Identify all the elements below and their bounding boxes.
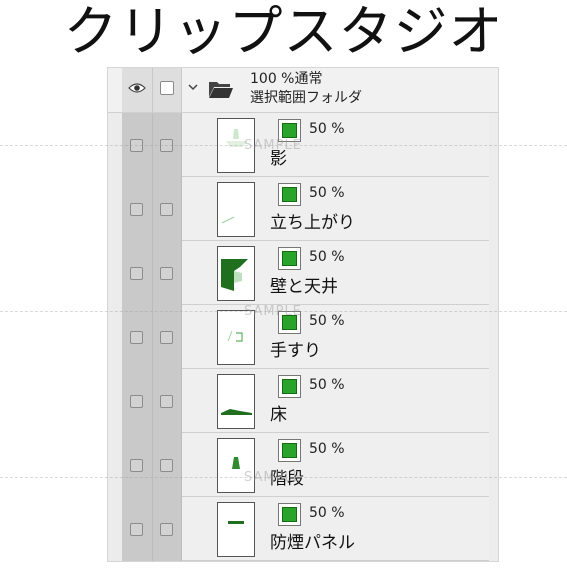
checkbox-icon[interactable] xyxy=(160,267,173,280)
layer-name: 防煙パネル xyxy=(270,533,355,553)
layer-thumbnail xyxy=(217,502,255,557)
checkbox-icon[interactable] xyxy=(160,81,174,95)
watermark-text: SAMPLE xyxy=(244,138,302,153)
layer-opacity: 50 % xyxy=(309,505,345,521)
layer-mask-icon xyxy=(278,375,301,398)
checkbox-icon[interactable] xyxy=(130,203,143,216)
page-title: クリップスタジオ xyxy=(63,0,504,63)
layer-opacity: 50 % xyxy=(309,249,345,265)
checkbox-icon[interactable] xyxy=(160,331,173,344)
layer-thumbnail xyxy=(217,246,255,301)
checkbox-icon[interactable] xyxy=(130,395,143,408)
checkbox-icon[interactable] xyxy=(130,267,143,280)
layer-opacity: 50 % xyxy=(309,121,345,137)
layer-thumbnail xyxy=(217,374,255,429)
layer-mask-icon xyxy=(278,503,301,526)
layer-row[interactable]: 50 % 立ち上がり xyxy=(108,177,498,241)
layer-row[interactable]: 50 % 防煙パネル xyxy=(108,497,498,561)
eye-icon[interactable] xyxy=(128,82,146,94)
checkbox-icon[interactable] xyxy=(130,459,143,472)
layer-opacity: 50 % xyxy=(309,377,345,393)
chevron-down-icon[interactable] xyxy=(186,80,200,94)
checkbox-icon[interactable] xyxy=(130,523,143,536)
layer-row[interactable]: 50 % 階段 xyxy=(108,433,498,497)
layer-name: 床 xyxy=(270,405,287,425)
folder-label: 100 %通常 選択範囲フォルダ xyxy=(250,70,362,108)
watermark-text: SAMPLE xyxy=(244,304,302,319)
layer-name: 手すり xyxy=(270,341,321,361)
folder-row[interactable]: 100 %通常 選択範囲フォルダ xyxy=(108,68,498,113)
layer-mask-icon xyxy=(278,247,301,270)
folder-name: 選択範囲フォルダ xyxy=(250,90,362,106)
checkbox-icon[interactable] xyxy=(160,523,173,536)
folder-open-icon xyxy=(209,82,233,98)
checkbox-icon[interactable] xyxy=(160,395,173,408)
layer-mask-icon xyxy=(278,439,301,462)
layer-mask-icon xyxy=(278,183,301,206)
layer-name: 壁と天井 xyxy=(270,277,338,297)
layer-opacity: 50 % xyxy=(309,185,345,201)
layer-opacity: 50 % xyxy=(309,441,345,457)
checkbox-icon[interactable] xyxy=(160,203,173,216)
folder-opacity-mode: 100 %通常 xyxy=(250,71,323,87)
layer-row[interactable]: 50 % 壁と天井 xyxy=(108,241,498,305)
checkbox-icon[interactable] xyxy=(130,331,143,344)
layer-opacity: 50 % xyxy=(309,313,345,329)
layer-name: 立ち上がり xyxy=(270,213,355,233)
layer-panel: 100 %通常 選択範囲フォルダ 50 % 影 50 % 立ち上がり 50 % … xyxy=(107,67,499,562)
watermark-text: SAMPLE xyxy=(244,470,302,485)
layer-row[interactable]: 50 % 床 xyxy=(108,369,498,433)
layer-row[interactable]: 50 % 手すり xyxy=(108,305,498,369)
checkbox-icon[interactable] xyxy=(160,459,173,472)
layer-thumbnail xyxy=(217,182,255,237)
